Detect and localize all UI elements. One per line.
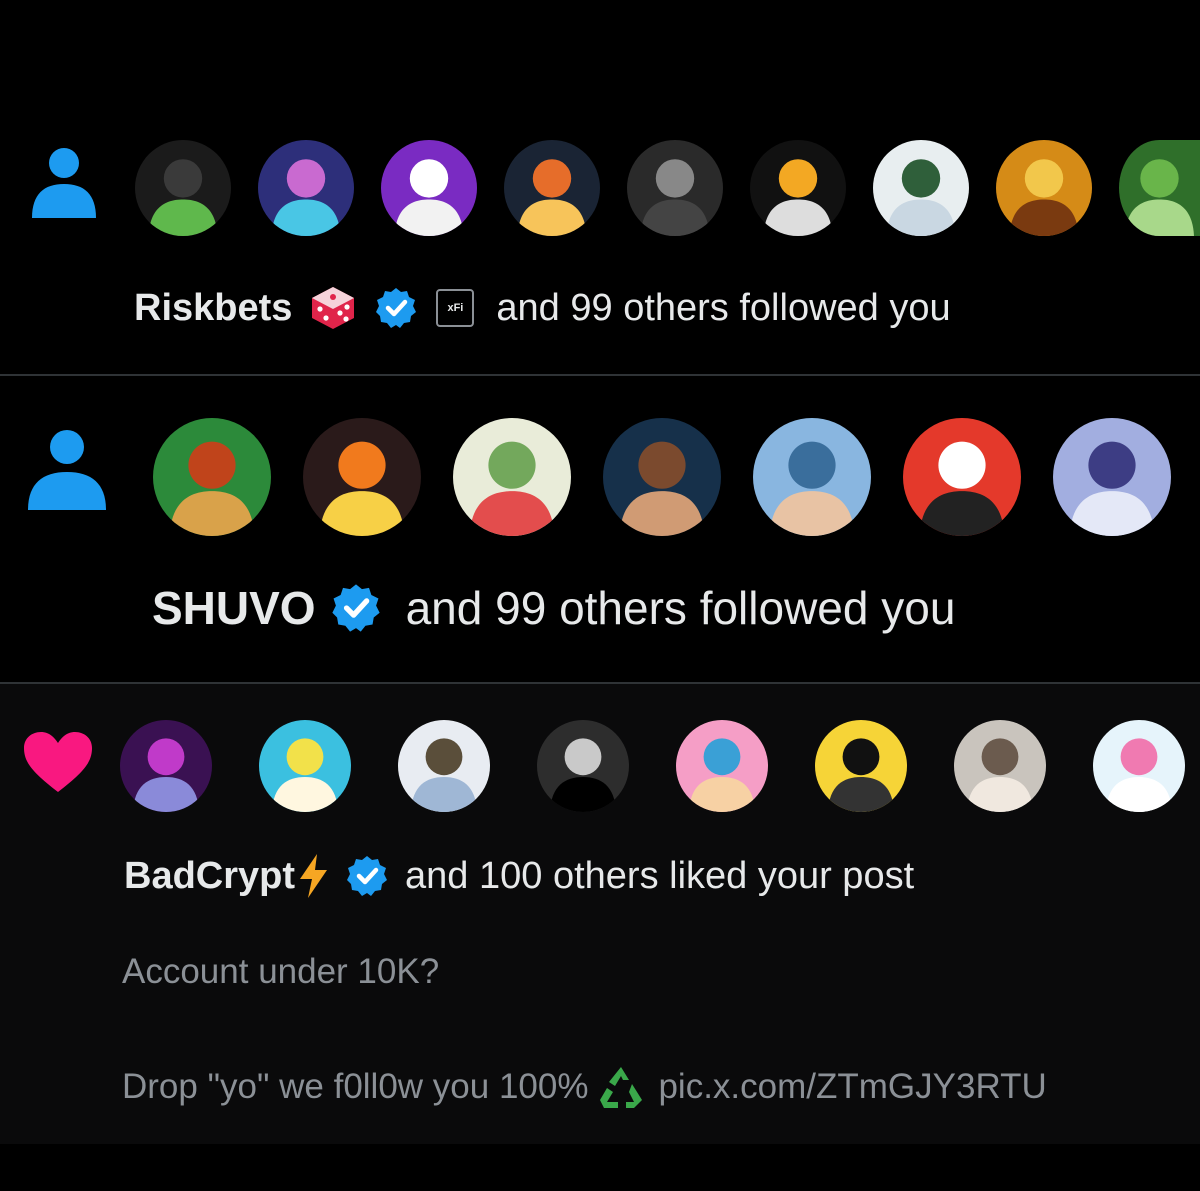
avatar-bitcoin-suit[interactable] (750, 140, 846, 236)
user-name[interactable]: BadCrypt (124, 855, 295, 898)
notification-text: BadCrypt and 100 others liked your post (124, 848, 914, 904)
post-text-line-2: Drop "yo" we f0ll0w you 100% pic.x.com/Z… (122, 1064, 1047, 1110)
notification-text: Riskbets xFi and 99 others followed you (134, 280, 951, 336)
notification-follow-riskbets[interactable]: Riskbets xFi and 99 others followed you (0, 0, 1200, 374)
avatar-pirate-cat[interactable] (903, 418, 1021, 536)
avatar-purple-cap-character[interactable] (381, 140, 477, 236)
post-link[interactable]: pic.x.com/ZTmGJY3RTU (658, 1067, 1046, 1107)
avatar-cartoon-boy[interactable] (676, 720, 768, 812)
avatar-hooded-figure[interactable] (135, 140, 231, 236)
avatar-woman-photo[interactable] (954, 720, 1046, 812)
avatar-cowboy-robot[interactable] (153, 418, 271, 536)
verified-badge-icon (331, 584, 380, 632)
lightning-icon (300, 854, 328, 898)
notification-follow-shuvo[interactable]: SHUVO and 99 others followed you (0, 376, 1200, 682)
recycle-icon (600, 1067, 643, 1108)
avatar-pink-bunny[interactable] (1093, 720, 1185, 812)
avatar-masked-woman[interactable] (258, 140, 354, 236)
avatar-man-portrait[interactable] (603, 418, 721, 536)
avatar-anime-blonde[interactable] (996, 140, 1092, 236)
avatar-mask-bear[interactable] (453, 418, 571, 536)
avatar-bunny-bandage[interactable] (259, 720, 351, 812)
avatar-pixel-punk[interactable] (815, 720, 907, 812)
user-name[interactable]: Riskbets (134, 287, 292, 330)
notification-like-badcrypt[interactable]: BadCrypt and 100 others liked your post … (0, 684, 1200, 1144)
notification-message: and 99 others followed you (405, 582, 956, 634)
avatar-dark-batman[interactable] (627, 140, 723, 236)
user-name[interactable]: SHUVO (152, 581, 316, 635)
notification-message: and 99 others followed you (496, 286, 951, 329)
post-text: Drop "yo" we f0ll0w you 100% (122, 1067, 589, 1106)
person-icon (32, 148, 96, 218)
verified-badge-icon (347, 856, 388, 896)
avatar-man-standing[interactable] (873, 140, 969, 236)
dice-icon (312, 287, 355, 329)
avatar-explorer-hat[interactable] (753, 418, 871, 536)
avatar-fire-woman[interactable] (303, 418, 421, 536)
avatar-purple-cyborg[interactable] (120, 720, 212, 812)
avatar-rocket-launch[interactable] (504, 140, 600, 236)
notification-text: SHUVO and 99 others followed you (152, 576, 955, 640)
avatar-white-hair-anime[interactable] (398, 720, 490, 812)
avatar-blue-abstract[interactable] (1053, 418, 1171, 536)
notification-message: and 100 others liked your post (405, 854, 915, 897)
avatar-sunglasses-cat[interactable] (537, 720, 629, 812)
verified-badge-icon (376, 288, 417, 328)
avatar-green-leaf[interactable] (1119, 140, 1200, 236)
affiliate-badge[interactable]: xFi (436, 289, 475, 327)
post-text-line-1: Account under 10K? (122, 952, 440, 991)
